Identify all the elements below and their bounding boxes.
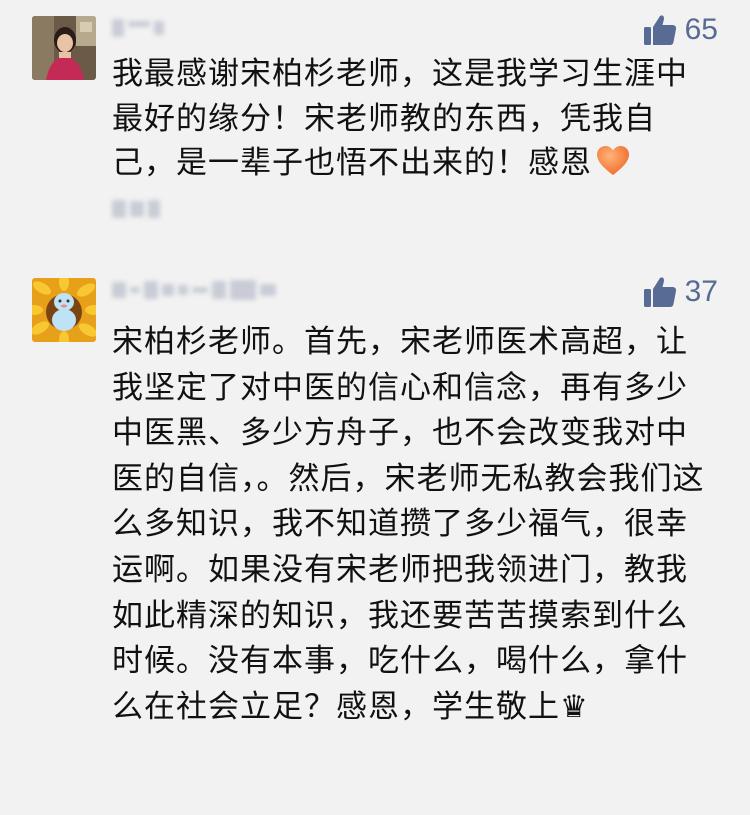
nickname-blurred[interactable] — [112, 277, 276, 303]
heart-icon — [597, 146, 629, 175]
thumbs-up-icon — [643, 15, 676, 45]
timestamp-blurred — [112, 200, 160, 218]
like-button[interactable]: 37 — [643, 274, 718, 310]
like-count: 37 — [684, 275, 718, 308]
like-count: 65 — [684, 13, 718, 46]
thumbs-up-icon — [643, 277, 676, 307]
avatar[interactable] — [32, 16, 96, 80]
comment-text: 宋柏杉老师。首先，宋老师医术高超，让我坚定了对中医的信心和信念，再有多少中医黑、… — [112, 324, 705, 725]
comment-item: 65 我最感谢宋柏杉老师，这是我学习生涯中最好的缘分！宋老师教的东西，凭我自己，… — [0, 0, 750, 262]
comment-text: 我最感谢宋柏杉老师，这是我学习生涯中最好的缘分！宋老师教的东西，凭我自己，是一辈… — [112, 56, 688, 181]
nickname-blurred[interactable] — [112, 15, 164, 41]
like-button[interactable]: 65 — [643, 12, 718, 48]
avatar[interactable] — [32, 278, 96, 342]
comment-item: 37 宋柏杉老师。首先，宋老师医术高超，让我坚定了对中医的信心和信念，再有多少中… — [0, 262, 750, 815]
